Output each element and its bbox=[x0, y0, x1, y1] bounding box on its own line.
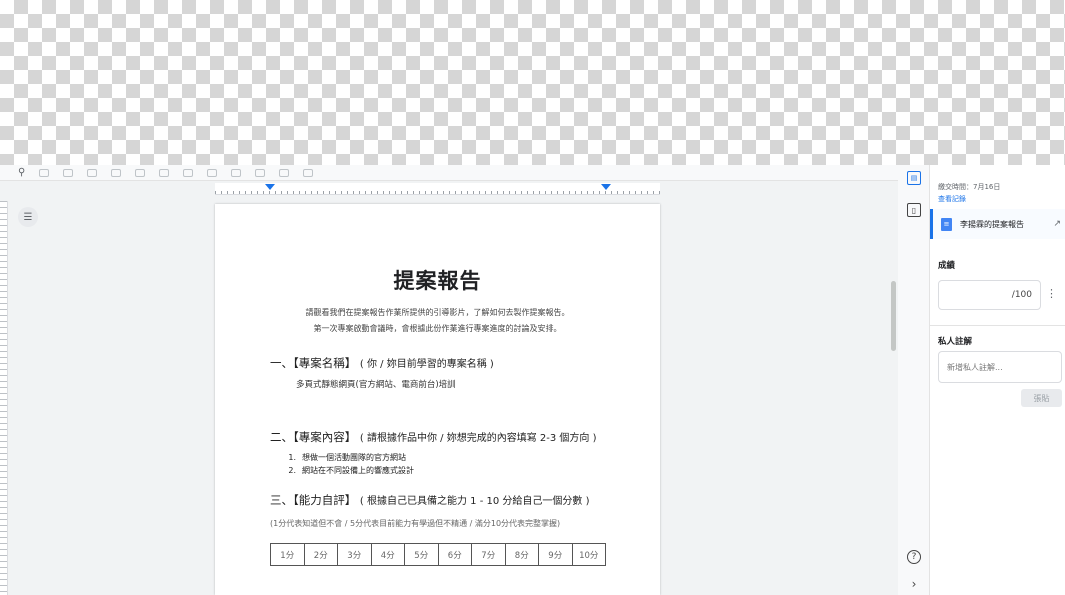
edit-mode-icon[interactable] bbox=[303, 168, 314, 177]
score-cell[interactable]: 5分 bbox=[405, 544, 439, 565]
list-item: 1. 想做一個活動團隊的官方網站 bbox=[282, 452, 414, 463]
score-cell[interactable]: 8分 bbox=[506, 544, 539, 565]
section-2-list: 1. 想做一個活動團隊的官方網站 2. 網站在不同設備上的響應式設計 bbox=[282, 452, 414, 478]
grading-panel: 繳交時間：7月16日 查看記錄 ≡ 李揚霖的提案報告 ↗ 成績 /100 ⋮ 私… bbox=[930, 165, 1065, 595]
chevron-right-icon[interactable]: › bbox=[907, 577, 921, 591]
list-text: 想做一個活動團隊的官方網站 bbox=[302, 453, 406, 462]
score-cell[interactable]: 6分 bbox=[439, 544, 472, 565]
side-rail: ▤ ▯ ? › bbox=[898, 165, 930, 595]
outline-icon: ☰ bbox=[23, 211, 33, 223]
document-title: 提案報告 bbox=[393, 269, 482, 293]
left-indent-marker[interactable] bbox=[265, 184, 275, 190]
intro-line-1: 請觀看我們在提案報告作業所提供的引導影片，了解如何去製作提案報告。 bbox=[305, 308, 570, 317]
post-button[interactable]: 張貼 bbox=[1021, 389, 1062, 407]
underline-icon[interactable] bbox=[207, 168, 218, 177]
score-table: 1分 2分 3分 4分 5分 6分 7分 8分 9分 10分 bbox=[270, 543, 606, 566]
right-indent-marker[interactable] bbox=[601, 184, 611, 190]
font-icon[interactable] bbox=[135, 168, 146, 177]
list-icon[interactable] bbox=[279, 168, 290, 177]
redo-icon[interactable] bbox=[63, 168, 74, 177]
list-number: 2. bbox=[288, 466, 296, 475]
italic-icon[interactable] bbox=[183, 168, 194, 177]
more-options-icon[interactable]: ⋮ bbox=[1046, 287, 1057, 300]
document-outline-button[interactable]: ☰ bbox=[18, 207, 38, 227]
format-icon[interactable] bbox=[111, 168, 122, 177]
scale-note: (1分代表知道但不會 / 5分代表目前能力有學過但不精通 / 滿分10分代表完整… bbox=[270, 519, 561, 528]
view-history-link[interactable]: 查看記錄 bbox=[938, 194, 966, 204]
score-cell[interactable]: 4分 bbox=[372, 544, 405, 565]
link-icon[interactable] bbox=[231, 168, 242, 177]
section-2-note: ( 請根據作品中你 / 妳想完成的內容填寫 2-3 個方向 ) bbox=[359, 433, 597, 444]
grading-panel-icon[interactable]: ▤ bbox=[907, 171, 921, 185]
help-icon[interactable]: ? bbox=[907, 550, 921, 564]
bold-icon[interactable] bbox=[159, 168, 170, 177]
list-item: 2. 網站在不同設備上的響應式設計 bbox=[282, 465, 414, 476]
private-comment-input[interactable] bbox=[938, 351, 1062, 383]
app-window: ⚲ ☰ 提案報告 請觀看我們在提案報告作業所提供的引導影片，了解如何去製作提案報… bbox=[0, 165, 1065, 595]
vertical-ruler bbox=[0, 201, 8, 595]
toolbar: ⚲ bbox=[0, 165, 898, 181]
attachment-name: 李揚霖的提案報告 bbox=[960, 219, 1024, 229]
document-scrollbar[interactable] bbox=[890, 201, 897, 595]
grade-max: /100 bbox=[1011, 290, 1032, 300]
score-cell[interactable]: 1分 bbox=[271, 544, 305, 565]
grade-label: 成績 bbox=[938, 261, 956, 271]
attachment-item[interactable]: ≡ 李揚霖的提案報告 ↗ bbox=[930, 209, 1065, 239]
section-2-heading: 二、【專案內容】 ( 請根據作品中你 / 妳想完成的內容填寫 2-3 個方向 ) bbox=[270, 429, 596, 445]
section-2-title: 二、【專案內容】 bbox=[270, 430, 357, 444]
section-1-note: ( 你 / 妳目前學習的專案名稱 ) bbox=[359, 359, 494, 370]
private-comment-label: 私人註解 bbox=[938, 337, 973, 347]
grade-input[interactable] bbox=[961, 290, 1012, 300]
score-cell[interactable]: 2分 bbox=[305, 544, 338, 565]
section-3-title: 三、【能力自評】 bbox=[270, 493, 357, 507]
open-in-new-icon[interactable]: ↗ bbox=[1053, 219, 1061, 229]
list-text: 網站在不同設備上的響應式設計 bbox=[302, 466, 414, 475]
section-1-body: 多頁式靜態網頁(官方網站、電商前台)培訓 bbox=[296, 380, 456, 390]
section-3-heading: 三、【能力自評】 ( 根據自己已具備之能力 1 - 10 分給自己一個分數 ) bbox=[270, 492, 589, 508]
score-cell[interactable]: 10分 bbox=[573, 544, 606, 565]
submission-time: 繳交時間：7月16日 bbox=[938, 183, 1001, 191]
google-doc-icon: ≡ bbox=[941, 217, 952, 231]
divider bbox=[930, 325, 1065, 326]
grade-field[interactable]: /100 bbox=[938, 280, 1041, 310]
score-cell[interactable]: 3分 bbox=[338, 544, 372, 565]
comment-icon[interactable]: ▯ bbox=[907, 203, 921, 217]
section-1-heading: 一、【專案名稱】 ( 你 / 妳目前學習的專案名稱 ) bbox=[270, 355, 494, 371]
list-number: 1. bbox=[288, 453, 296, 462]
section-1-title: 一、【專案名稱】 bbox=[270, 356, 357, 370]
scroll-thumb[interactable] bbox=[891, 281, 896, 351]
document-page[interactable]: 提案報告 請觀看我們在提案報告作業所提供的引導影片，了解如何去製作提案報告。 第… bbox=[215, 204, 660, 595]
search-icon[interactable]: ⚲ bbox=[18, 167, 25, 178]
align-icon[interactable] bbox=[255, 168, 266, 177]
score-cell[interactable]: 7分 bbox=[472, 544, 506, 565]
horizontal-ruler[interactable] bbox=[215, 183, 660, 195]
print-icon[interactable] bbox=[87, 168, 98, 177]
section-3-note: ( 根據自己已具備之能力 1 - 10 分給自己一個分數 ) bbox=[359, 496, 590, 507]
intro-line-2: 第一次專案啟動會議時，會根據此份作業進行專案進度的討論及安排。 bbox=[313, 324, 562, 333]
undo-icon[interactable] bbox=[39, 168, 50, 177]
score-cell[interactable]: 9分 bbox=[539, 544, 573, 565]
